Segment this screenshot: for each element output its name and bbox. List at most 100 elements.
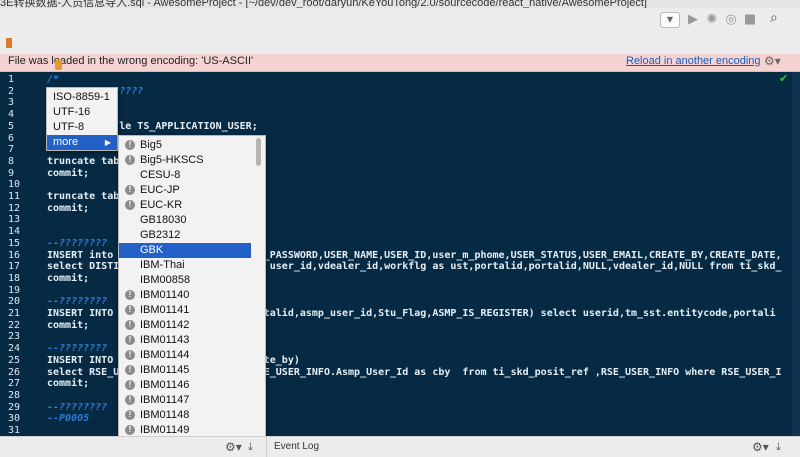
dropdown-icon: ▼ <box>666 15 674 24</box>
encoding-menu-item[interactable]: UTF-8 <box>47 120 117 135</box>
gear-icon[interactable]: ⚙▾ <box>225 440 242 454</box>
encoding-option[interactable]: GBK <box>119 243 251 258</box>
stop-icon[interactable]: ■ <box>742 12 758 28</box>
project-icon[interactable] <box>6 38 12 48</box>
editor-scrollbar[interactable] <box>792 72 800 436</box>
gear-icon[interactable]: ⚙▾ <box>764 54 781 68</box>
encoding-menu-item[interactable]: more ▶ <box>47 135 117 150</box>
debug-icon[interactable]: ✺ <box>704 12 720 28</box>
line-number: 23 <box>8 331 21 343</box>
warning-icon: ! <box>125 395 135 405</box>
code-line: --P0005 <box>47 413 90 425</box>
line-number: 21 <box>8 308 21 319</box>
inspection-ok-icon: ✔ <box>779 72 789 85</box>
menu-item-label: ISO-8859-1 <box>53 91 110 103</box>
run-icon[interactable]: ▶ <box>685 12 701 28</box>
line-number: 5 <box>8 120 15 132</box>
line-number: 7 <box>8 144 15 156</box>
encoding-option[interactable]: ! EUC-JP <box>119 183 251 198</box>
code-line: --???????? <box>47 401 108 413</box>
code-line: commit; <box>47 167 90 179</box>
encoding-option[interactable]: ! EUC-KR <box>119 198 251 213</box>
download-icon[interactable]: ⤓ <box>248 440 253 454</box>
line-number: 6 <box>8 132 15 144</box>
event-log-tab[interactable]: Event Log <box>274 441 319 452</box>
window-title: 3E转换数据-人员信息导入.sql - AwesomeProject - [~/… <box>0 0 647 8</box>
line-number: 10 <box>8 179 21 191</box>
code-line: commit; <box>47 378 90 390</box>
warning-icon: ! <box>125 350 135 360</box>
encoding-option[interactable]: ! IBM01141 <box>119 303 251 318</box>
encoding-warning-banner: File was loaded in the wrong encoding: '… <box>0 54 800 72</box>
line-number: 9 <box>8 167 15 179</box>
encoding-option-label: IBM01142 <box>140 319 190 331</box>
encoding-option-label: IBM01141 <box>140 304 190 316</box>
encoding-option-label: IBM01146 <box>140 379 190 391</box>
submenu-scrollbar[interactable] <box>256 138 261 166</box>
encoding-option-label: IBM01144 <box>140 349 190 361</box>
code-line: commit; <box>47 319 90 331</box>
reload-encoding-link[interactable]: Reload in another encoding <box>626 55 761 67</box>
encoding-option[interactable]: GB18030 <box>119 213 251 228</box>
encoding-option[interactable]: ! IBM01144 <box>119 348 251 363</box>
encoding-option[interactable]: ! IBM01143 <box>119 333 251 348</box>
encoding-menu-item[interactable]: ISO-8859-1 <box>47 90 117 105</box>
encoding-option[interactable]: ! IBM01148 <box>119 408 251 423</box>
menu-item-label: UTF-16 <box>53 106 91 118</box>
line-number: 29 <box>8 401 21 413</box>
encoding-option[interactable]: IBM00858 <box>119 273 251 288</box>
line-number: 14 <box>8 226 21 238</box>
line-number: 26 <box>8 366 21 378</box>
encoding-menu-item[interactable]: UTF-16 <box>47 105 117 120</box>
banner-message: File was loaded in the wrong encoding: '… <box>8 55 254 67</box>
line-number: 18 <box>8 272 21 284</box>
line-number: 2 <box>8 85 15 97</box>
encoding-option-label: GB18030 <box>140 214 187 226</box>
warning-icon: ! <box>125 335 135 345</box>
line-number-gutter: 1 2 3 4 5 6 7 8 9 10 11 12 13 14 15 16 17 18 19 20 21 22 23 24 2… <box>0 72 44 436</box>
encoding-option[interactable]: ! Big5 <box>119 138 251 153</box>
submenu-arrow-icon: ▶ <box>104 138 111 147</box>
code-line: commit; <box>47 272 90 284</box>
warning-icon: ! <box>125 365 135 375</box>
encoding-option-label: CESU-8 <box>140 169 181 181</box>
encoding-option-label: IBM01143 <box>140 334 190 346</box>
download-icon[interactable]: ⤓ <box>776 440 781 454</box>
encoding-option[interactable]: CESU-8 <box>119 168 251 183</box>
gear-icon[interactable]: ⚙▾ <box>752 440 769 454</box>
encoding-option[interactable]: IBM-Thai <box>119 258 251 273</box>
encoding-option-label: GBK <box>140 244 164 256</box>
line-number: 30 <box>8 413 21 425</box>
profile-icon[interactable]: ◎ <box>723 12 739 28</box>
line-number: 8 <box>8 155 15 167</box>
line-number: 24 <box>8 343 21 355</box>
encoding-option-label: Big5-HKSCS <box>140 154 204 166</box>
code-line: truncate tabl <box>47 191 126 202</box>
line-number: 31 <box>8 425 21 436</box>
warning-icon: ! <box>125 155 135 165</box>
menu-item-label: more <box>53 136 79 148</box>
line-number: 15 <box>8 237 21 249</box>
encoding-option[interactable]: ! IBM01142 <box>119 318 251 333</box>
search-icon[interactable]: ⌕ <box>770 10 778 26</box>
line-number: 17 <box>8 261 21 273</box>
encoding-option[interactable]: ! IBM01140 <box>119 288 251 303</box>
code-line: --???????? <box>47 237 108 249</box>
encoding-option-label: IBM01148 <box>140 409 190 421</box>
line-number: 13 <box>8 214 21 226</box>
encoding-option[interactable]: ! Big5-HKSCS <box>119 153 251 168</box>
encoding-option-label: IBM-Thai <box>140 259 185 271</box>
warning-icon: ! <box>125 305 135 315</box>
encoding-option[interactable]: ! IBM01147 <box>119 393 251 408</box>
warning-icon: ! <box>125 185 135 195</box>
line-number: 22 <box>8 319 21 331</box>
warning-icon: ! <box>125 410 135 420</box>
encoding-option-label: GB2312 <box>140 229 181 241</box>
encoding-option[interactable]: ! IBM01146 <box>119 378 251 393</box>
encoding-option[interactable]: GB2312 <box>119 228 251 243</box>
encoding-option-label: IBM01145 <box>140 364 190 376</box>
status-bar: ⚙▾ ⤓ Event Log ⚙▾ ⤓ <box>0 436 800 457</box>
encoding-option[interactable]: ! IBM01145 <box>119 363 251 378</box>
run-config-dropdown[interactable]: ▼ <box>660 12 680 28</box>
line-number: 11 <box>8 191 21 202</box>
